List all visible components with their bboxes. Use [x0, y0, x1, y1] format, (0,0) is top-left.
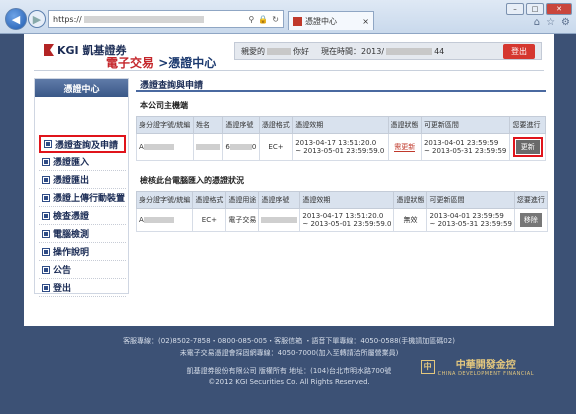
- name-cell: [193, 133, 224, 161]
- status-cell: 需更新: [387, 133, 422, 161]
- table-header: 姓名: [193, 116, 224, 134]
- main-content: 憑證查詢與申請 本公司主機端 身分證字號/統編 姓名 憑證序號 憑證格式 憑證效…: [135, 78, 548, 232]
- gear-icon[interactable]: ⚙: [561, 17, 570, 28]
- bullet-icon: [42, 265, 50, 274]
- page-background: KGI 凱基證券 電子交易 >憑證中心 親愛的 你好 現在時間：2013/ 44…: [0, 34, 576, 414]
- window-cell: 2013-04-01 23:59:59 ~ 2013-05-31 23:59:5…: [426, 208, 515, 232]
- site-header: KGI 凱基證券 電子交易 >憑證中心 親愛的 你好 現在時間：2013/ 44…: [24, 34, 554, 70]
- sidebar-item-pc-check[interactable]: 電腦檢測: [39, 225, 126, 243]
- close-tab-icon[interactable]: ×: [362, 17, 369, 26]
- browser-chrome: ◀ ▶ https:// ⚲ 🔒 ↻ 憑證中心 × – □ ✕ ⌂ ☆ ⚙: [0, 0, 576, 34]
- bullet-icon: [42, 229, 50, 238]
- bullet-icon: [42, 157, 50, 166]
- section-host: 本公司主機端: [140, 101, 188, 110]
- host-cert-table: 身分證字號/統編 姓名 憑證序號 憑證格式 憑證效期 憑證狀態 可更新區間 您要…: [135, 116, 546, 161]
- table-header: 憑證格式: [192, 191, 227, 209]
- lock-icon[interactable]: 🔒: [258, 15, 268, 24]
- browser-tools: ⌂ ☆ ⚙: [534, 17, 570, 28]
- serial-cell: 60: [222, 133, 260, 161]
- validity-cell: 2013-04-17 13:51:20.0 ~ 2013-05-01 23:59…: [299, 208, 395, 232]
- sidebar-item-check-cert[interactable]: 檢查憑證: [39, 207, 126, 225]
- table-header: 憑證用途: [225, 191, 260, 209]
- id-cell: A: [135, 208, 194, 232]
- table-header: 憑證效期: [292, 116, 389, 134]
- table-header: 身分證字號/統編: [135, 191, 194, 209]
- home-icon[interactable]: ⌂: [534, 17, 540, 28]
- address-url: https://: [53, 15, 248, 24]
- sidebar-item-cert-import[interactable]: 憑證匯入: [39, 153, 126, 171]
- bullet-icon: [42, 175, 50, 184]
- logout-button[interactable]: 登出: [503, 43, 535, 59]
- tab-title: 憑證中心: [305, 16, 337, 26]
- action-cell: 移除: [513, 208, 548, 232]
- browser-tab[interactable]: 憑證中心 ×: [288, 11, 374, 30]
- address-bar[interactable]: https:// ⚲ 🔒 ↻: [48, 10, 284, 28]
- table-header: 可更新區間: [426, 191, 515, 209]
- close-window-icon[interactable]: ✕: [546, 3, 572, 15]
- bullet-icon: [44, 140, 52, 148]
- back-button[interactable]: ◀: [5, 8, 27, 30]
- header-divider: [34, 70, 544, 71]
- update-cert-button[interactable]: 更新: [512, 137, 543, 157]
- table-header: 憑證狀態: [393, 191, 428, 209]
- sidebar-item-cert-query[interactable]: 憑證查詢及申請: [39, 135, 126, 153]
- table-header: 憑證效期: [299, 191, 395, 209]
- table-header: 憑證格式: [258, 116, 294, 134]
- table-header: 您要進行: [509, 116, 546, 134]
- bullet-icon: [42, 283, 50, 292]
- local-cert-table: 身分證字號/統編 憑證格式 憑證用途 憑證序號 憑證效期 憑證狀態 可更新區間 …: [135, 191, 548, 232]
- welcome-bar: 親愛的 你好 現在時間：2013/ 44 登出: [234, 42, 542, 60]
- search-icon[interactable]: ⚲: [248, 15, 254, 24]
- sidebar: 憑證中心 憑證查詢及申請 憑證匯入 憑證匯出 憑證上傳行動裝置 檢查憑證 電腦檢測 操作說…: [34, 78, 129, 297]
- page-title: 憑證查詢與申請: [136, 78, 546, 92]
- bullet-icon: [42, 211, 50, 220]
- sidebar-item-help[interactable]: 操作說明: [39, 243, 126, 261]
- star-icon[interactable]: ☆: [546, 17, 555, 28]
- table-row: A EC+ 電子交易 2013-04-17 13:51:20.0 ~ 2013-…: [135, 208, 548, 232]
- kgi-logo-icon: [44, 44, 54, 56]
- cdf-logo[interactable]: 中 中華開發金控 CHINA DEVELOPMENT FINANCIAL: [420, 356, 534, 377]
- footer-contact: 客服專線：(02)8502-7858・0800-085-005・客服信箱 ・語音…: [123, 337, 455, 345]
- table-header: 身分證字號/統編: [135, 116, 195, 134]
- page-canvas: KGI 凱基證券 電子交易 >憑證中心 親愛的 你好 現在時間：2013/ 44…: [24, 34, 554, 326]
- refresh-icon[interactable]: ↻: [272, 15, 279, 24]
- table-header: 憑證序號: [258, 191, 301, 209]
- window-controls: – □ ✕: [506, 3, 572, 15]
- footer-copyright: ©2012 KGI Securities Co. All Rights Rese…: [208, 378, 370, 386]
- action-cell: 更新: [509, 133, 546, 161]
- id-cell: A: [135, 133, 195, 161]
- window-cell: 2013-04-01 23:59:59 ~ 2013-05-31 23:59:5…: [420, 133, 511, 161]
- format-cell: EC+: [192, 208, 227, 232]
- cdf-logo-icon: 中: [420, 359, 435, 374]
- table-header: 您要進行: [513, 191, 548, 209]
- table-header: 可更新區間: [420, 116, 511, 134]
- redacted-time: [386, 47, 433, 55]
- minimize-icon[interactable]: –: [506, 3, 524, 15]
- site-footer: 客服專線：(02)8502-7858・0800-085-005・客服信箱 ・語音…: [24, 326, 554, 396]
- sidebar-item-cert-export[interactable]: 憑證匯出: [39, 171, 126, 189]
- remove-cert-button[interactable]: 移除: [519, 213, 542, 227]
- table-header: 憑證序號: [222, 116, 260, 134]
- maximize-icon[interactable]: □: [526, 3, 544, 15]
- clock-label: 現在時間：2013/: [321, 46, 385, 56]
- forward-button[interactable]: ▶: [28, 10, 46, 28]
- bullet-icon: [42, 193, 50, 202]
- validity-cell: 2013-04-17 13:51:20.0 ~ 2013-05-01 23:59…: [292, 133, 389, 161]
- table-header: 憑證狀態: [387, 116, 422, 134]
- sidebar-title: 憑證中心: [35, 79, 128, 97]
- format-cell: EC+: [258, 133, 294, 161]
- status-cell: 無效: [393, 208, 428, 232]
- sidebar-item-logout[interactable]: 登出: [39, 279, 126, 297]
- redacted-username: [267, 47, 291, 55]
- section-local: 檢核此台電腦匯入的憑證狀況: [140, 176, 244, 185]
- table-row: A 60 EC+ 2013-04-17 13:51:20.0 ~ 2013-05…: [135, 133, 546, 161]
- bullet-icon: [42, 247, 50, 256]
- usage-cell: 電子交易: [225, 208, 260, 232]
- serial-cell: [258, 208, 301, 232]
- page-breadcrumb: 電子交易 >憑證中心: [106, 56, 217, 70]
- site-favicon-icon: [293, 16, 302, 26]
- sidebar-item-announcements[interactable]: 公告: [39, 261, 126, 279]
- sidebar-item-cert-upload-mobile[interactable]: 憑證上傳行動裝置: [39, 189, 126, 207]
